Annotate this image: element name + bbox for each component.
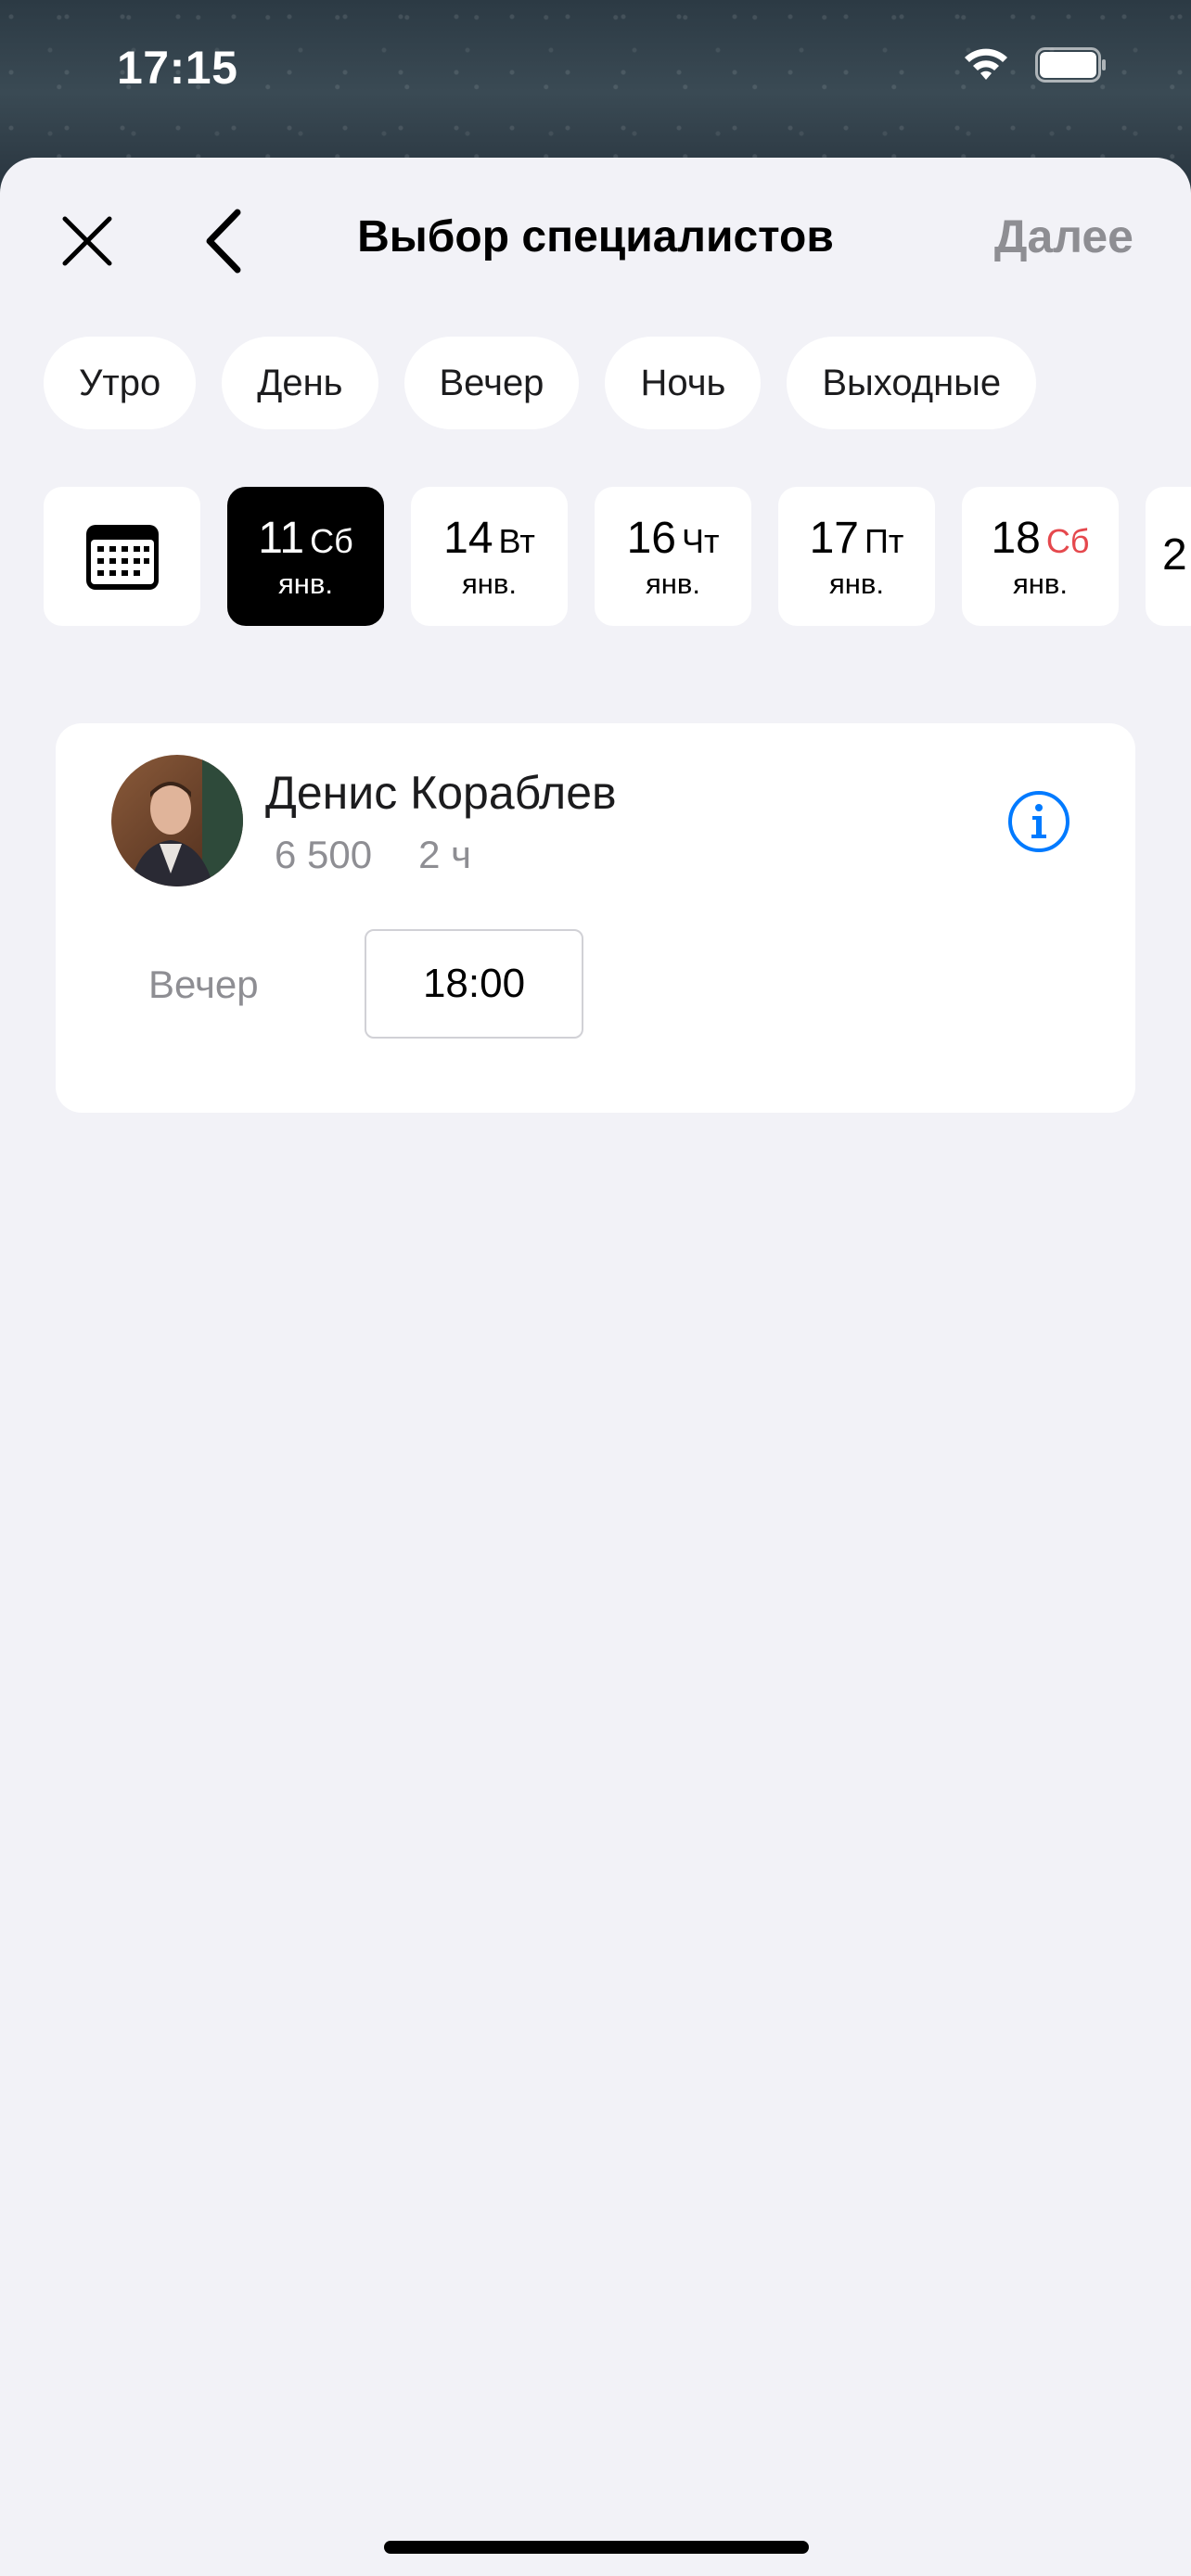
date-cell-partial[interactable]: 2	[1146, 487, 1191, 626]
date-month: янв.	[829, 567, 884, 600]
slot-period-label: Вечер	[148, 963, 259, 1006]
calendar-button[interactable]	[44, 487, 200, 626]
date-cell-11[interactable]: 11 Сб янв.	[227, 487, 384, 626]
avatar	[111, 755, 243, 886]
specialist-meta: 6 500 2 ч	[275, 833, 471, 877]
time-slot-button[interactable]: 18:00	[365, 929, 583, 1039]
date-month: янв.	[462, 567, 517, 600]
date-day: 11	[258, 513, 305, 563]
nav-bar: Выбор специалистов Далее	[0, 158, 1191, 315]
date-cell-17[interactable]: 17 Пт янв.	[778, 487, 935, 626]
date-cell-16[interactable]: 16 Чт янв.	[595, 487, 751, 626]
filter-chip-day[interactable]: День	[222, 337, 378, 429]
home-indicator	[384, 2541, 809, 2554]
info-button[interactable]	[1007, 790, 1070, 853]
calendar-icon	[85, 525, 159, 590]
date-weekday: Пт	[864, 521, 904, 560]
date-weekday: Сб	[1045, 521, 1090, 560]
date-cell-14[interactable]: 14 Вт янв.	[411, 487, 568, 626]
time-filter-chips: Утро День Вечер Ночь Выходные	[44, 337, 1037, 429]
date-weekday: Сб	[310, 521, 353, 560]
next-button[interactable]: Далее	[994, 210, 1133, 263]
date-month: янв.	[278, 567, 333, 600]
battery-icon	[1035, 47, 1108, 83]
filter-chip-evening[interactable]: Вечер	[403, 337, 580, 429]
date-day: 2	[1162, 529, 1187, 580]
date-cell-18[interactable]: 18 Сб янв.	[962, 487, 1119, 626]
filter-chip-weekends[interactable]: Выходные	[787, 337, 1037, 429]
specialist-card[interactable]: Денис Кораблев 6 500 2 ч Вечер 18:00	[56, 723, 1135, 1113]
date-day: 14	[443, 513, 493, 563]
wifi-icon	[961, 46, 1011, 83]
filter-chip-morning[interactable]: Утро	[44, 337, 197, 429]
specialist-duration: 2 ч	[418, 833, 472, 876]
date-day: 16	[626, 513, 676, 563]
date-picker-row[interactable]: 11 Сб янв. 14 Вт янв. 16 Чт янв. 17 Пт янв. …	[44, 487, 1191, 630]
info-icon	[1008, 791, 1069, 852]
date-weekday: Вт	[498, 521, 535, 560]
status-icons	[961, 46, 1108, 83]
date-weekday: Чт	[681, 521, 720, 560]
booking-sheet: Выбор специалистов Далее Утро День Вечер…	[0, 158, 1191, 2576]
date-month: янв.	[646, 567, 700, 600]
specialist-name: Денис Кораблев	[265, 767, 617, 819]
filter-chip-night[interactable]: Ночь	[605, 337, 762, 429]
date-day: 18	[991, 513, 1041, 563]
date-day: 17	[809, 513, 859, 563]
status-time: 17:15	[117, 42, 238, 94]
date-month: янв.	[1013, 567, 1068, 600]
specialist-price: 6 500	[275, 833, 373, 876]
date-track: 11 Сб янв. 14 Вт янв. 16 Чт янв. 17 Пт янв. …	[44, 487, 1191, 626]
